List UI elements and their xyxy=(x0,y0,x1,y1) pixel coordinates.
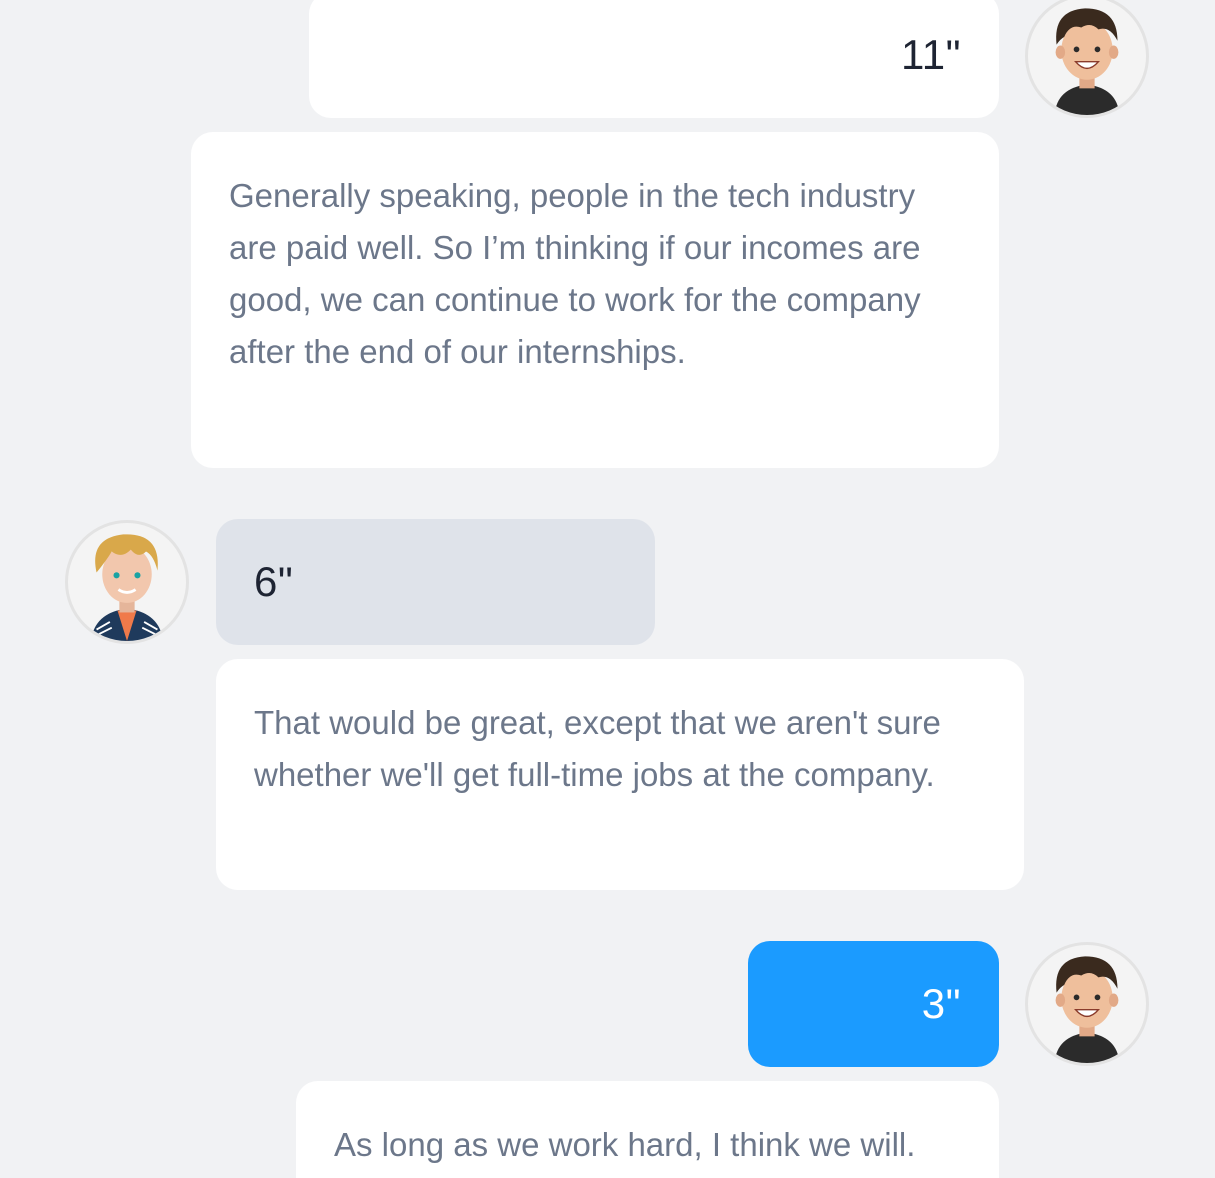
dark-haired-boy-avatar-icon xyxy=(1054,8,1120,115)
user-avatar[interactable] xyxy=(1025,0,1149,118)
chat-conversation: 11" Generally speaking, people in the te… xyxy=(0,0,1215,1178)
voice-duration: 3" xyxy=(921,980,961,1027)
partner-avatar[interactable] xyxy=(65,520,189,644)
blond-boy-avatar-icon xyxy=(90,534,164,641)
voice-duration: 11" xyxy=(900,31,961,78)
message-text: As long as we work hard, I think we will… xyxy=(334,1126,916,1163)
dark-haired-boy-avatar-icon xyxy=(1054,956,1120,1063)
message-text: That would be great, except that we aren… xyxy=(254,704,941,793)
translation-bubble: Generally speaking, people in the tech i… xyxy=(191,132,999,468)
voice-message-bubble[interactable]: 11" xyxy=(309,0,999,118)
translation-bubble: As long as we work hard, I think we will… xyxy=(296,1081,999,1178)
voice-message-bubble[interactable]: 6" xyxy=(216,519,655,645)
translation-bubble: That would be great, except that we aren… xyxy=(216,659,1024,890)
message-text: Generally speaking, people in the tech i… xyxy=(229,177,921,370)
voice-message-bubble-playing[interactable]: 3" xyxy=(748,941,999,1067)
voice-duration: 6" xyxy=(254,558,294,605)
user-avatar[interactable] xyxy=(1025,942,1149,1066)
